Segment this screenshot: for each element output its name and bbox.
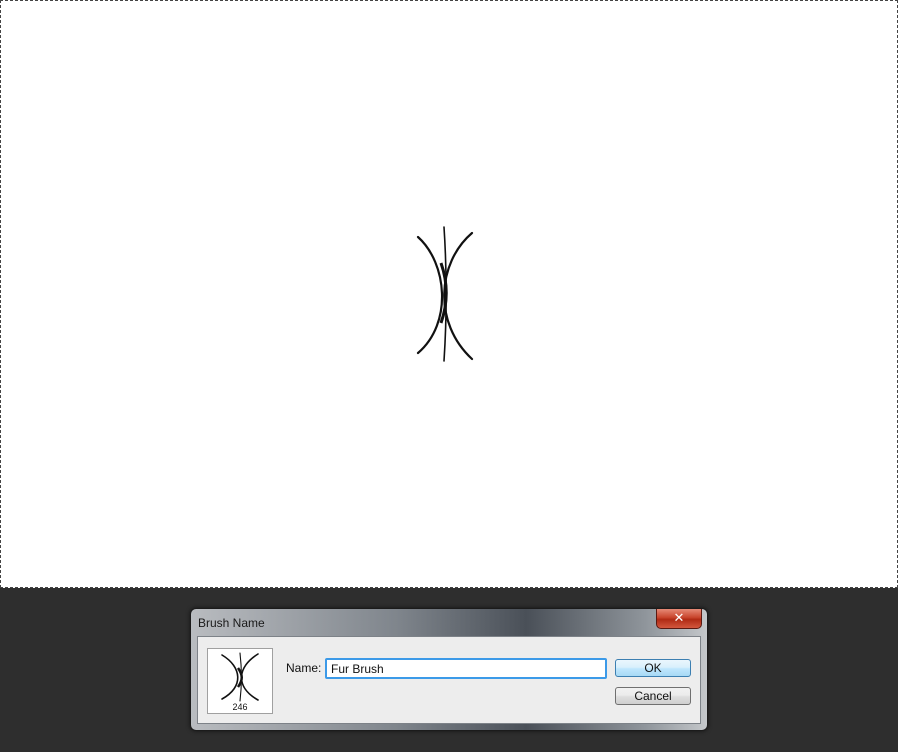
ok-button[interactable]: OK: [615, 659, 691, 677]
close-icon: ✕: [673, 611, 685, 626]
close-button[interactable]: ✕: [656, 609, 702, 629]
name-label: Name:: [286, 661, 322, 675]
document-canvas[interactable]: [0, 0, 898, 588]
brush-preview: 246: [207, 648, 273, 714]
dialog-title: Brush Name: [198, 616, 265, 630]
brush-name-input[interactable]: [325, 658, 607, 679]
brush-thumbnail-icon: [221, 652, 259, 702]
brush-size-label: 246: [232, 702, 248, 712]
cancel-button[interactable]: Cancel: [615, 687, 691, 705]
fur-brush-stroke: [416, 226, 474, 362]
brush-name-dialog: Brush Name ✕ 246 Name: OK Cancel: [190, 608, 708, 731]
dialog-body: 246 Name: OK Cancel: [197, 636, 701, 724]
